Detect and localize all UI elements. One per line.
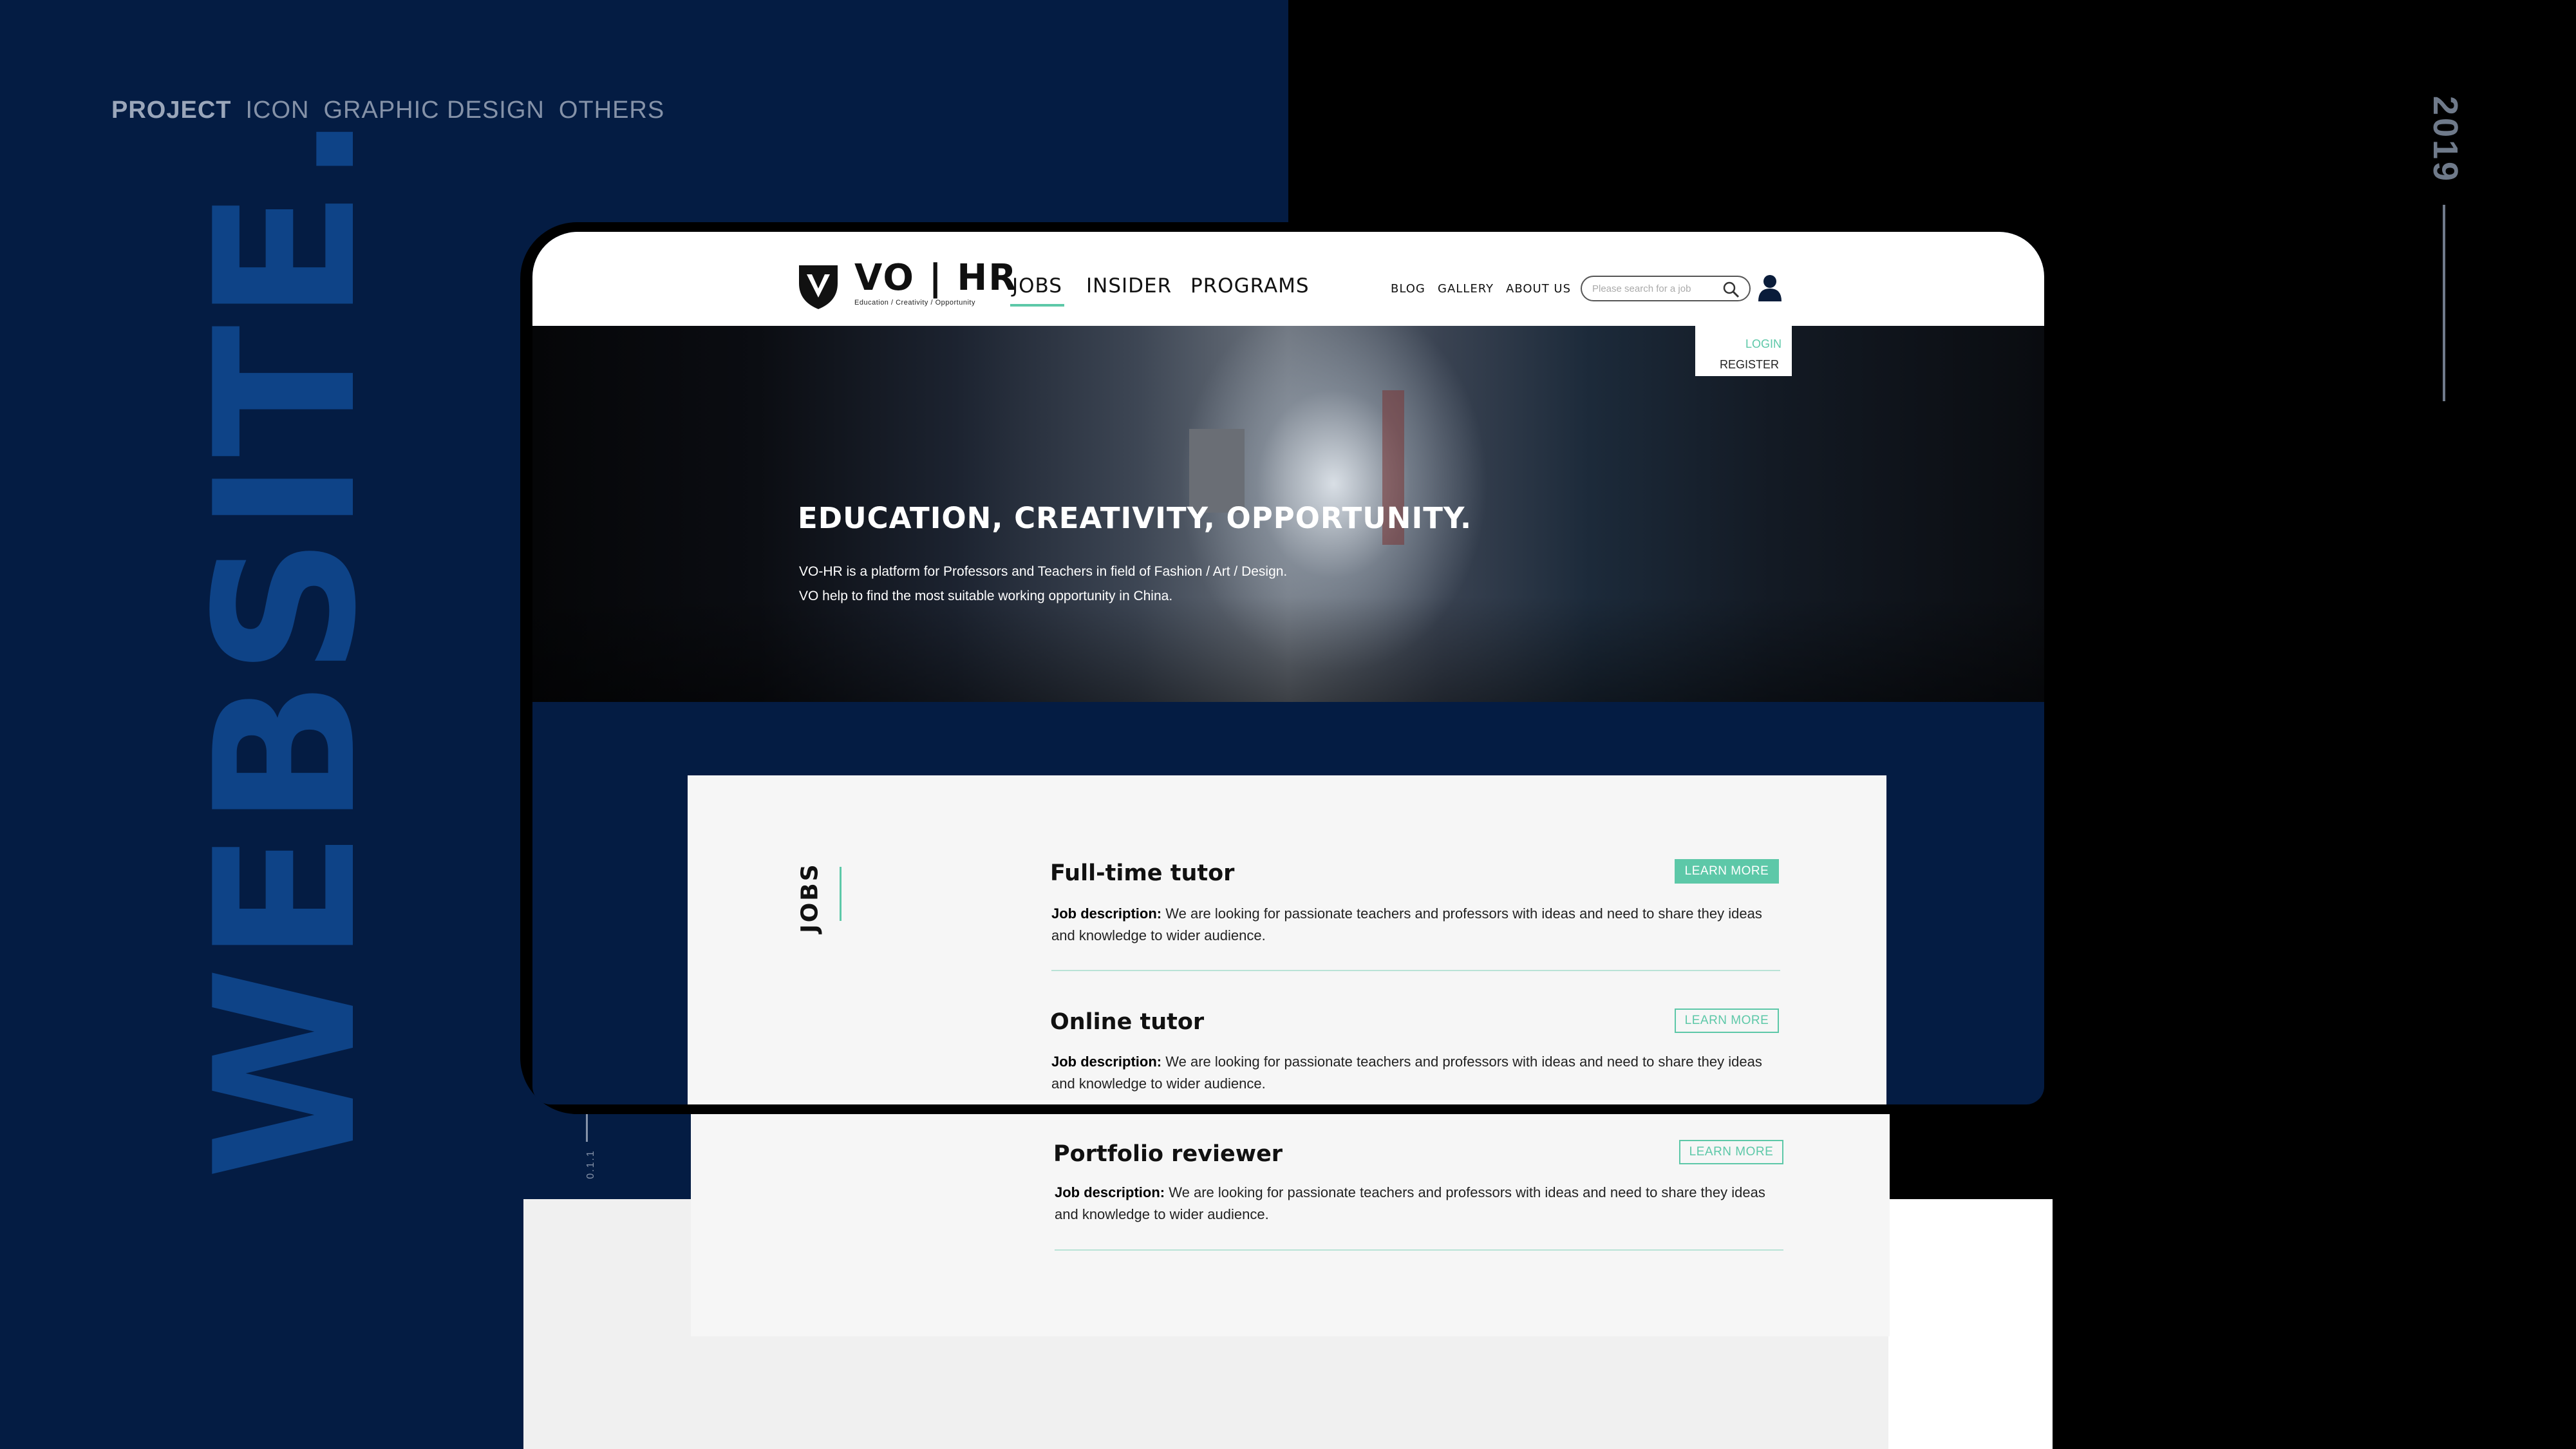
shield-logo-icon[interactable]	[798, 264, 839, 310]
job-description: Job description: We are looking for pass…	[1051, 1051, 1785, 1095]
nav-about-us[interactable]: ABOUT US	[1506, 282, 1571, 296]
nav-active-indicator	[1010, 304, 1064, 307]
user-icon[interactable]	[1757, 273, 1783, 301]
nav-jobs[interactable]: JOBS	[1012, 274, 1062, 298]
hero-image-shade	[532, 596, 2044, 702]
vertical-page-title: WEBSITE.	[174, 108, 399, 1180]
side-index-label: 0.1.1	[585, 1150, 596, 1179]
login-link[interactable]: LOGIN	[1745, 337, 1782, 351]
register-link[interactable]: REGISTER	[1720, 358, 1779, 372]
account-dropdown: LOGIN REGISTER	[1695, 326, 1792, 376]
hero-title: EDUCATION, CREATIVITY, OPPORTUNITY.	[798, 501, 1472, 535]
site-header: VO | HR Education / Creativity / Opportu…	[532, 232, 2044, 326]
search-placeholder: Please search for a job	[1592, 283, 1691, 294]
hero-banner: EDUCATION, CREATIVITY, OPPORTUNITY. VO-H…	[532, 326, 2044, 702]
job-title: Online tutor	[1050, 1009, 1205, 1035]
search-icon[interactable]	[1722, 281, 1740, 299]
search-input[interactable]: Please search for a job	[1581, 276, 1751, 301]
jobs-card-continued: Portfolio reviewer LEARN MORE Job descri…	[691, 1114, 1890, 1336]
jobs-section-accent	[840, 867, 841, 921]
learn-more-button[interactable]: LEARN MORE	[1675, 1009, 1779, 1033]
job-description-prefix: Job description:	[1055, 1184, 1165, 1200]
device-screen: VO | HR Education / Creativity / Opportu…	[532, 232, 2044, 1104]
hero-text-line: VO-HR is a platform for Professors and T…	[799, 564, 1288, 579]
year-divider	[2443, 205, 2445, 401]
job-title: Portfolio reviewer	[1053, 1141, 1283, 1167]
hero-image-detail	[1189, 429, 1245, 513]
site-logo-text[interactable]: VO | HR	[854, 260, 1017, 296]
year-label: 2019	[2426, 95, 2465, 184]
job-description: Job description: We are looking for pass…	[1051, 903, 1785, 947]
jobs-section-label: JOBS	[796, 862, 823, 933]
job-title: Full-time tutor	[1050, 860, 1235, 886]
jobs-card: JOBS Full-time tutor LEARN MORE Job desc…	[688, 775, 1886, 1104]
learn-more-button[interactable]: LEARN MORE	[1675, 859, 1779, 884]
job-divider	[1055, 1249, 1783, 1251]
job-description: Job description: We are looking for pass…	[1055, 1182, 1789, 1226]
nav-programs[interactable]: PROGRAMS	[1190, 274, 1310, 298]
nav-insider[interactable]: INSIDER	[1086, 274, 1172, 298]
portfolio-nav-others[interactable]: OTHERS	[559, 97, 664, 124]
site-logo-tagline: Education / Creativity / Opportunity	[854, 299, 975, 307]
learn-more-button[interactable]: LEARN MORE	[1679, 1140, 1783, 1164]
job-description-prefix: Job description:	[1051, 1054, 1162, 1070]
job-description-prefix: Job description:	[1051, 905, 1162, 922]
job-divider	[1051, 970, 1780, 971]
hero-text-line: VO help to find the most suitable workin…	[799, 589, 1173, 603]
nav-gallery[interactable]: GALLERY	[1438, 282, 1494, 296]
nav-blog[interactable]: BLOG	[1391, 282, 1425, 296]
